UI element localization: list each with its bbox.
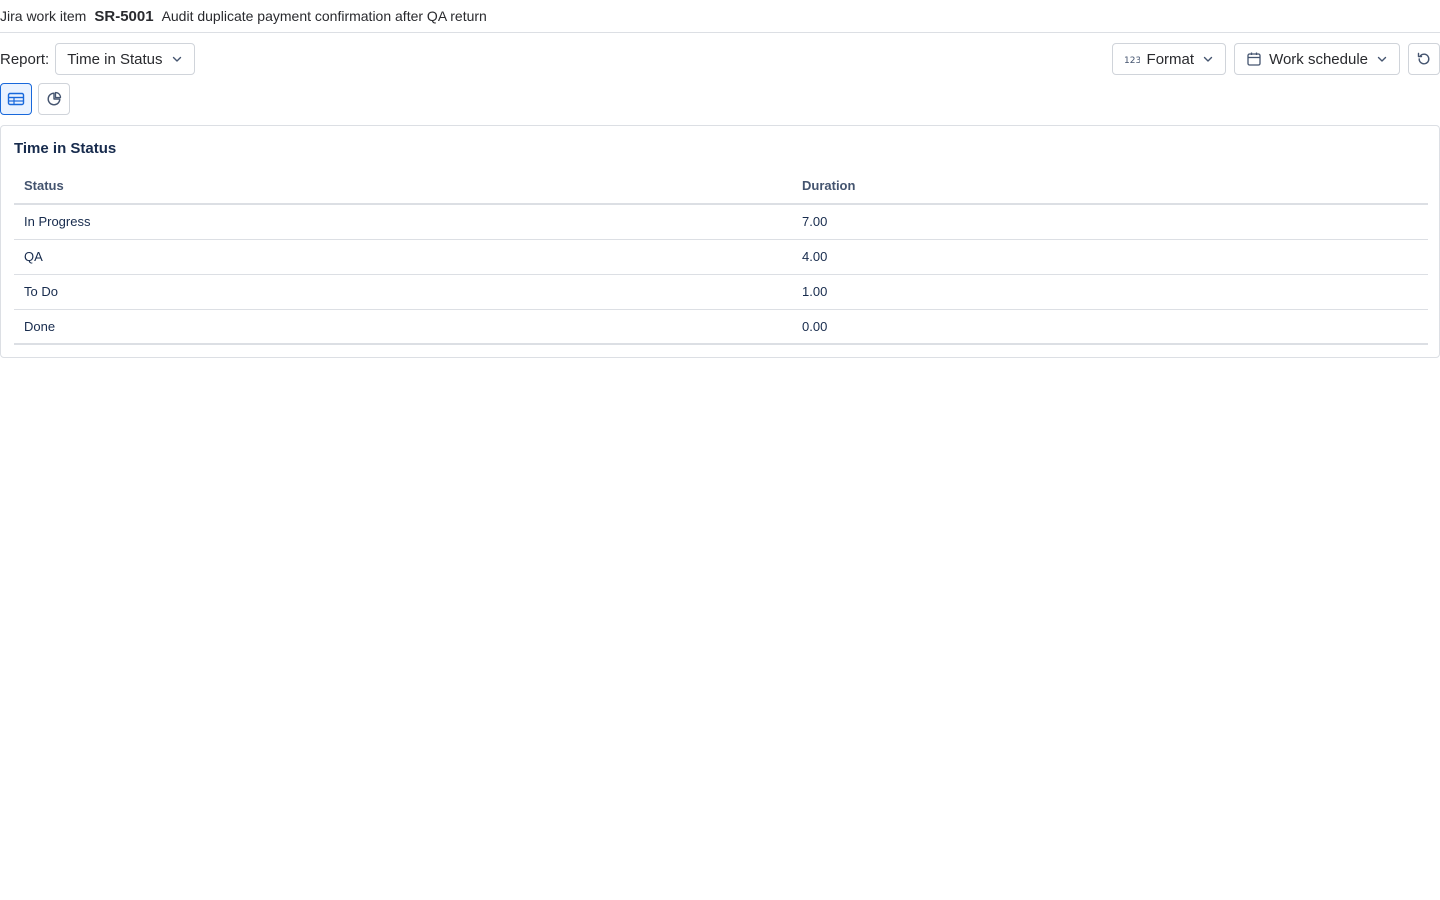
- numbers-123-icon: 123: [1124, 53, 1140, 65]
- report-select-value: Time in Status: [67, 50, 163, 68]
- duration-cell: 4.00: [792, 239, 1428, 275]
- status-cell: Done: [14, 309, 792, 345]
- format-label: Format: [1146, 50, 1195, 68]
- table-row: Done 0.00: [14, 309, 1428, 345]
- issue-key[interactable]: SR-5001: [94, 8, 153, 25]
- work-schedule-button[interactable]: Work schedule: [1234, 43, 1400, 75]
- duration-cell: 0.00: [792, 309, 1428, 345]
- view-toggle-group: [0, 83, 70, 115]
- card-title: Time in Status: [14, 140, 117, 157]
- svg-text:123: 123: [1124, 56, 1140, 65]
- pie-chart-icon: [46, 91, 62, 107]
- status-cell: QA: [14, 239, 792, 275]
- duration-cell: 7.00: [792, 204, 1428, 240]
- column-header-status[interactable]: Status: [14, 168, 792, 205]
- chevron-down-icon: [171, 53, 183, 65]
- status-duration-table: Status Duration In Progress 7.00 QA 4.00…: [14, 168, 1428, 345]
- table-header-row: Status Duration: [14, 168, 1428, 205]
- format-button[interactable]: 123 Format: [1111, 43, 1227, 75]
- table-row: QA 4.00: [14, 239, 1428, 275]
- calendar-icon: [1246, 51, 1262, 67]
- table-row: In Progress 7.00: [14, 204, 1428, 240]
- chart-view-button[interactable]: [38, 83, 70, 115]
- status-cell: In Progress: [14, 204, 792, 240]
- reset-button[interactable]: [1408, 43, 1440, 75]
- report-label: Report:: [0, 50, 50, 68]
- work-item-header: Jira work item SR-5001 Audit duplicate p…: [0, 0, 1440, 33]
- chevron-down-icon: [1376, 53, 1388, 65]
- report-toolbar: Report: Time in Status 123 Format Work s…: [0, 43, 1440, 75]
- column-header-duration[interactable]: Duration: [792, 168, 1428, 205]
- status-cell: To Do: [14, 274, 792, 310]
- refresh-icon: [1416, 51, 1432, 67]
- report-select[interactable]: Time in Status: [55, 43, 195, 75]
- table-icon: [7, 92, 25, 106]
- right-tools: 123 Format Work schedule: [1111, 43, 1440, 75]
- table-row: To Do 1.00: [14, 274, 1428, 310]
- chevron-down-icon: [1202, 53, 1214, 65]
- time-in-status-card: Time in Status Status Duration In Progre…: [0, 125, 1440, 358]
- duration-cell: 1.00: [792, 274, 1428, 310]
- table-view-button[interactable]: [0, 83, 32, 115]
- issue-summary: Audit duplicate payment confirmation aft…: [161, 8, 487, 24]
- context-label: Jira work item: [0, 8, 87, 24]
- work-schedule-label: Work schedule: [1269, 50, 1368, 68]
